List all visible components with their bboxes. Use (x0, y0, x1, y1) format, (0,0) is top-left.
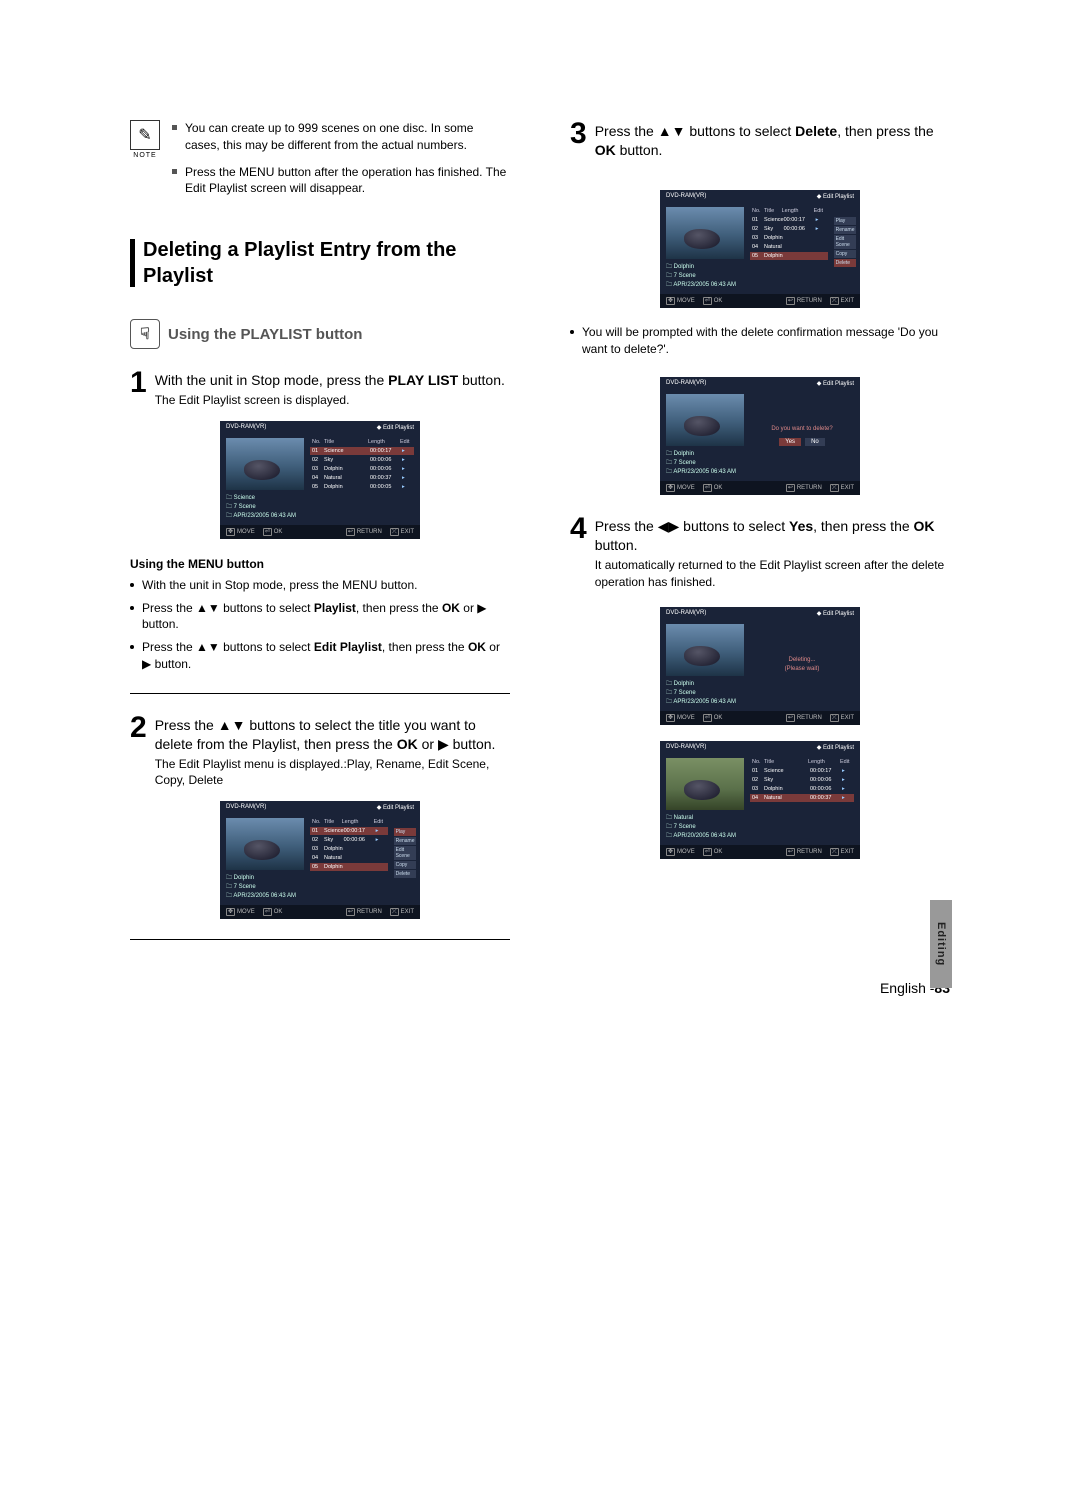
popup-menu: Play Rename Edit Scene Copy Delete (394, 818, 417, 901)
note-item: You can create up to 999 scenes on one d… (172, 120, 510, 154)
thumbnail-image (666, 758, 744, 810)
popup-item: Copy (834, 250, 857, 258)
popup-item: Edit Scene (394, 846, 417, 860)
popup-menu: Play Rename Edit Scene Copy Delete (834, 207, 857, 290)
menu-bullets: With the unit in Stop mode, press the ME… (130, 577, 510, 673)
no-button: No (805, 438, 825, 446)
thumbnail-image (226, 438, 304, 490)
step-3: 3 Press the ▲▼ buttons to select Delete,… (570, 120, 950, 160)
osd-confirm-delete: DVD-RAM(VR)◆ Edit Playlist 🗀 Dolphin 🗀 7… (660, 377, 860, 495)
bullet-icon (172, 169, 177, 174)
note-label: NOTE (130, 152, 160, 159)
playlist-table: No.TitleLengthEdit 01Science00:00:17▸ 02… (310, 438, 414, 521)
step-subtext: The Edit Playlist screen is displayed. (155, 392, 510, 409)
popup-item: Delete (834, 259, 857, 267)
menu-heading: Using the MENU button (130, 557, 510, 571)
bullet-icon (172, 125, 177, 130)
separator (130, 939, 510, 940)
list-row: 01Science00:00:17▸ (310, 447, 414, 455)
thumbnail-image (666, 624, 744, 676)
step-1: 1 With the unit in Stop mode, press the … (130, 369, 510, 409)
popup-item: Delete (394, 870, 417, 878)
page-footer: English -83 (130, 980, 950, 996)
step-number: 3 (570, 120, 587, 160)
deleting-message: Deleting... (Please wait) (750, 624, 854, 707)
thumbnail-image (666, 394, 744, 446)
step-subtext: It automatically returned to the Edit Pl… (595, 557, 950, 591)
thumbnail-info: 🗀 Science 🗀 7 Scene 🗀 APR/23/2005 06:43 … (226, 494, 304, 521)
bullet-item: Press the ▲▼ buttons to select Edit Play… (130, 639, 510, 673)
popup-item: Play (394, 828, 417, 836)
step-instruction: Press the ◀▶ buttons to select Yes, then… (595, 517, 950, 555)
osd-deleting: DVD-RAM(VR)◆ Edit Playlist 🗀 Dolphin 🗀 7… (660, 607, 860, 725)
popup-item: Copy (394, 861, 417, 869)
list-row: 02Sky00:00:06▸ (310, 456, 414, 464)
note-block: ✎ NOTE You can create up to 999 scenes o… (130, 120, 510, 197)
step-number: 4 (570, 515, 587, 590)
side-tab: Editing (930, 900, 952, 988)
osd-after-delete: DVD-RAM(VR)◆ Edit Playlist 🗀 Natural 🗀 7… (660, 741, 860, 859)
step-2: 2 Press the ▲▼ buttons to select the tit… (130, 714, 510, 789)
step-instruction: Press the ▲▼ buttons to select the title… (155, 716, 510, 754)
thumbnail-image (666, 207, 744, 259)
confirm-message: Do you want to delete? (771, 426, 832, 432)
step-instruction: Press the ▲▼ buttons to select Delete, t… (595, 122, 950, 160)
step-subtext: The Edit Playlist menu is displayed.:Pla… (155, 756, 510, 790)
step-instruction: With the unit in Stop mode, press the PL… (155, 371, 510, 390)
yes-button: Yes (779, 438, 801, 446)
note-icon-wrapper: ✎ NOTE (130, 120, 160, 197)
note-item: Press the MENU button after the operatio… (172, 164, 510, 198)
popup-item: Play (834, 217, 857, 225)
confirm-dialog: Do you want to delete? Yes No (750, 394, 854, 477)
bullet-item: You will be prompted with the delete con… (570, 324, 950, 358)
osd-edit-playlist-popup: DVD-RAM(VR)◆ Edit Playlist 🗀 Dolphin 🗀 7… (220, 801, 420, 919)
bullet-item: With the unit in Stop mode, press the ME… (130, 577, 510, 594)
step-number: 1 (130, 369, 147, 409)
separator (130, 693, 510, 694)
step-number: 2 (130, 714, 147, 789)
list-row: 04Natural00:00:37▸ (310, 474, 414, 482)
note-items: You can create up to 999 scenes on one d… (172, 120, 510, 197)
thumbnail-image (226, 818, 304, 870)
hand-icon: ☟ (130, 319, 160, 349)
osd-popup-delete: DVD-RAM(VR)◆ Edit Playlist 🗀 Dolphin 🗀 7… (660, 190, 860, 308)
pencil-icon: ✎ (130, 120, 160, 150)
list-row: 03Dolphin00:00:06▸ (310, 465, 414, 473)
osd-edit-playlist: DVD-RAM(VR)◆ Edit Playlist 🗀 Science 🗀 7… (220, 421, 420, 539)
list-row: 05Dolphin00:00:05▸ (310, 483, 414, 491)
bullet-item: Press the ▲▼ buttons to select Playlist,… (130, 600, 510, 634)
popup-item: Edit Scene (834, 235, 857, 249)
popup-item: Rename (394, 837, 417, 845)
step-4: 4 Press the ◀▶ buttons to select Yes, th… (570, 515, 950, 590)
heading-bar (130, 239, 135, 287)
section-heading: Deleting a Playlist Entry from the Playl… (130, 237, 510, 289)
subheading: ☟ Using the PLAYLIST button (130, 319, 510, 349)
popup-item: Rename (834, 226, 857, 234)
